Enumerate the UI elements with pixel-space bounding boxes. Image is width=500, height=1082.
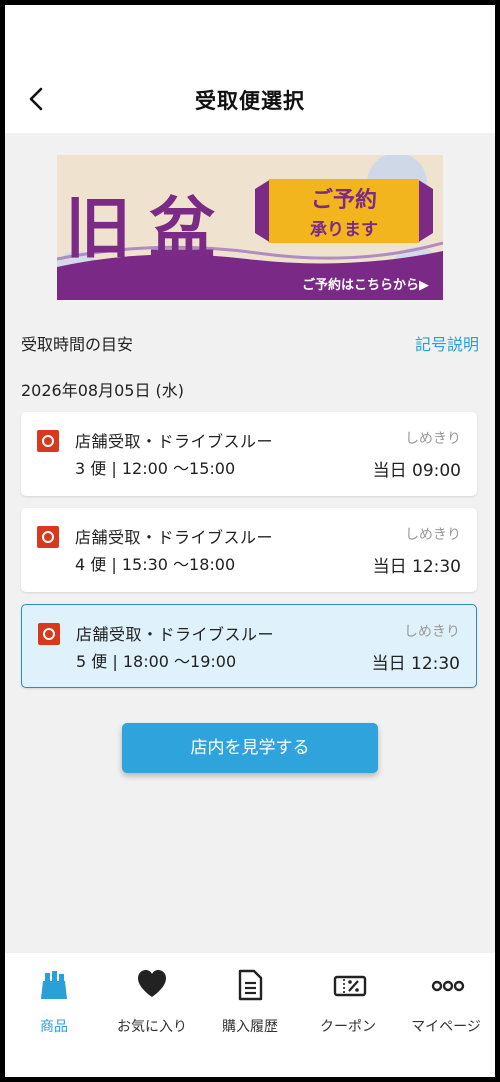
deadline-time: 当日 09:00 bbox=[372, 461, 461, 481]
slot-time: 5 便 | 18:00 〜19:00 bbox=[76, 652, 237, 671]
banner-cta: ご予約はこちらから▶ bbox=[302, 277, 429, 293]
section-label: 受取時間の目安 bbox=[21, 335, 134, 354]
tab-label: クーポン bbox=[320, 1019, 376, 1035]
slot-name: 店舗受取・ドライブスルー bbox=[75, 528, 274, 547]
slot-time: 4 便 | 15:30 〜18:00 bbox=[75, 555, 236, 574]
obon-banner[interactable]: 旧 盆 ご予約 承ります ご予約はこちらから▶ bbox=[57, 155, 443, 300]
available-circle-icon bbox=[37, 430, 59, 452]
banner-title-char1: 旧 bbox=[65, 189, 131, 267]
pickup-slot-card[interactable]: 店舗受取・ドライブスルー 3 便 | 12:00 〜15:00 しめきり 当日 … bbox=[21, 412, 477, 496]
tab-label: 購入履歴 bbox=[222, 1019, 278, 1035]
banner-ribbon-line1: ご予約 bbox=[311, 187, 377, 213]
deadline-label: しめきり bbox=[404, 624, 460, 640]
deadline-label: しめきり bbox=[405, 527, 461, 543]
products-icon bbox=[41, 971, 67, 999]
available-circle-icon bbox=[37, 526, 59, 548]
pickup-slot-card-selected[interactable]: 店舗受取・ドライブスルー 5 便 | 18:00 〜19:00 しめきり 当日 … bbox=[21, 604, 477, 688]
page-title: 受取便選択 bbox=[195, 89, 305, 113]
tab-favorites[interactable]: お気に入り bbox=[103, 953, 201, 1077]
tab-purchase-history[interactable]: 購入履歴 bbox=[201, 953, 299, 1077]
coupon-icon bbox=[333, 975, 367, 997]
slot-time: 3 便 | 12:00 〜15:00 bbox=[75, 459, 236, 478]
pickup-slot-card[interactable]: 店舗受取・ドライブスルー 4 便 | 15:30 〜18:00 しめきり 当日 … bbox=[21, 508, 477, 592]
deadline-time: 当日 12:30 bbox=[371, 654, 460, 674]
store-tour-button[interactable]: 店内を見学する bbox=[122, 723, 378, 773]
tab-coupon[interactable]: クーポン bbox=[299, 953, 397, 1077]
deadline-time: 当日 12:30 bbox=[372, 557, 461, 577]
legend-link[interactable]: 記号説明 bbox=[415, 331, 479, 355]
banner-ribbon-line2: 承ります bbox=[310, 220, 378, 240]
app-header: 受取便選択 bbox=[5, 5, 495, 133]
tab-mypage[interactable]: マイページ bbox=[397, 953, 495, 1077]
bottom-tab-bar: 商品 お気に入り 購入履歴 クーポン マイページ bbox=[5, 953, 495, 1077]
tab-label: 商品 bbox=[40, 1019, 68, 1035]
heart-icon bbox=[138, 970, 166, 997]
available-circle-icon bbox=[38, 623, 60, 645]
banner-title-char2: 盆 bbox=[149, 189, 215, 267]
slot-name: 店舗受取・ドライブスルー bbox=[76, 625, 275, 644]
deadline-label: しめきり bbox=[405, 431, 461, 447]
tab-products[interactable]: 商品 bbox=[5, 953, 103, 1077]
tab-label: マイページ bbox=[411, 1019, 481, 1035]
date-label: 2026年08月05日 (水) bbox=[21, 381, 185, 400]
more-icon bbox=[431, 980, 465, 992]
document-icon bbox=[238, 969, 263, 1001]
slot-name: 店舗受取・ドライブスルー bbox=[75, 432, 274, 451]
tab-label: お気に入り bbox=[117, 1019, 187, 1035]
